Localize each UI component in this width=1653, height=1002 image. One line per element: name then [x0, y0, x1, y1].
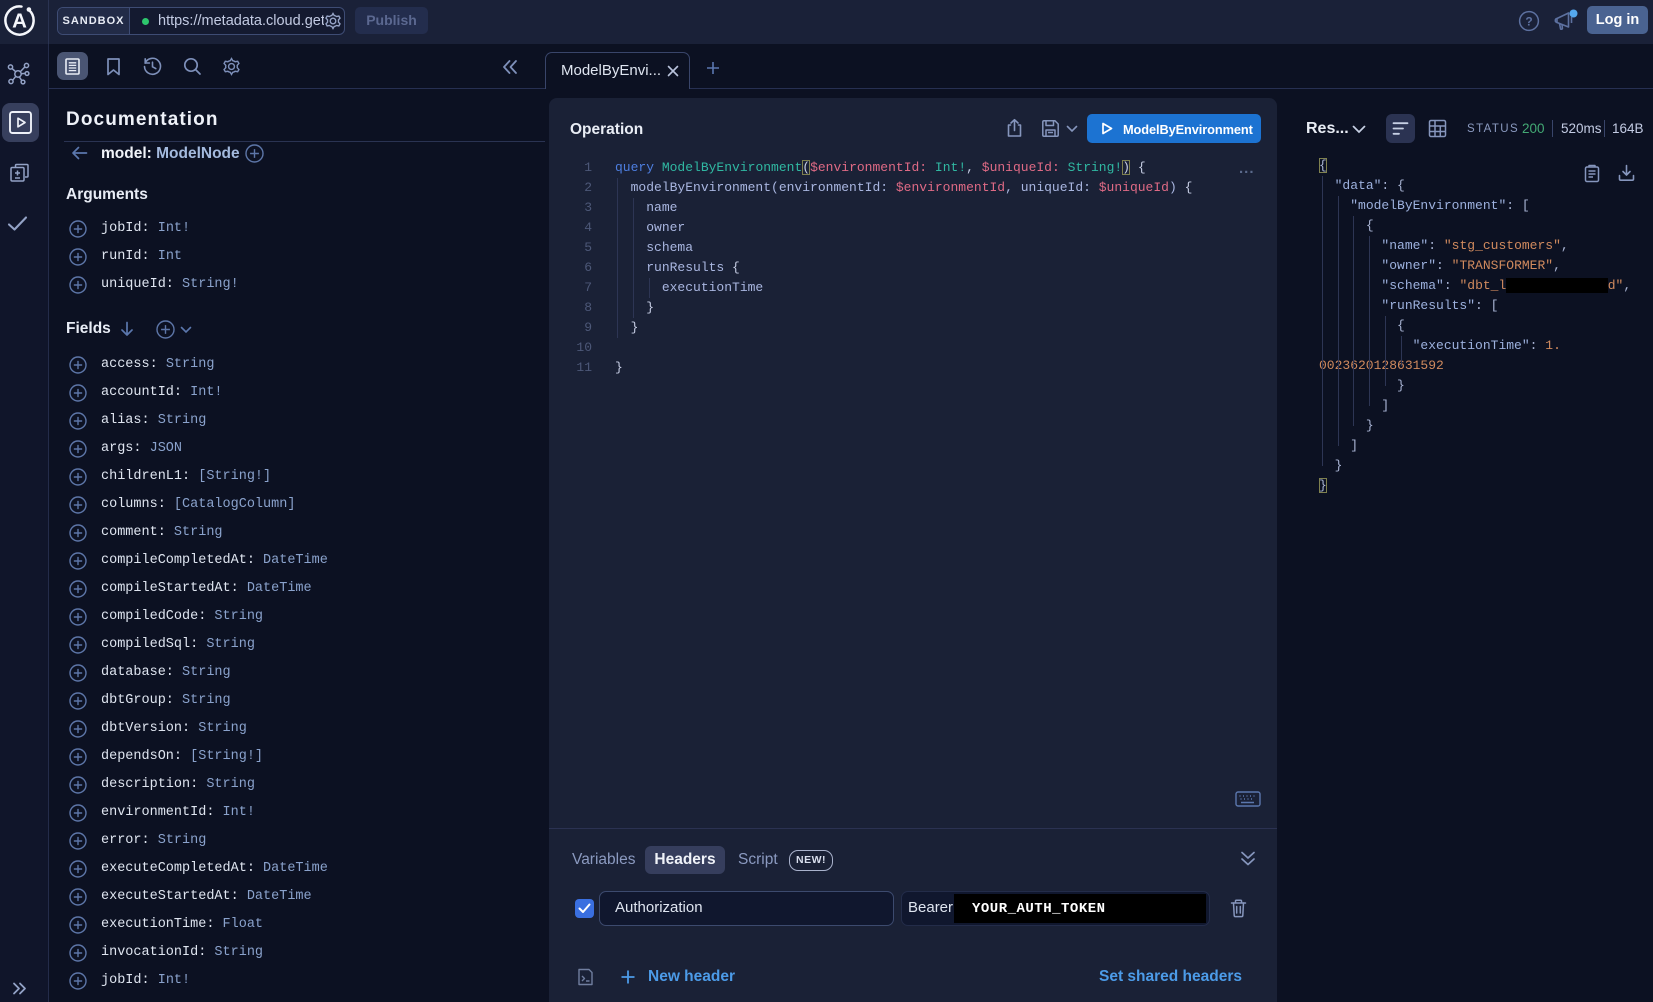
svg-text:A: A [12, 10, 27, 33]
svg-text:?: ? [1525, 15, 1532, 29]
